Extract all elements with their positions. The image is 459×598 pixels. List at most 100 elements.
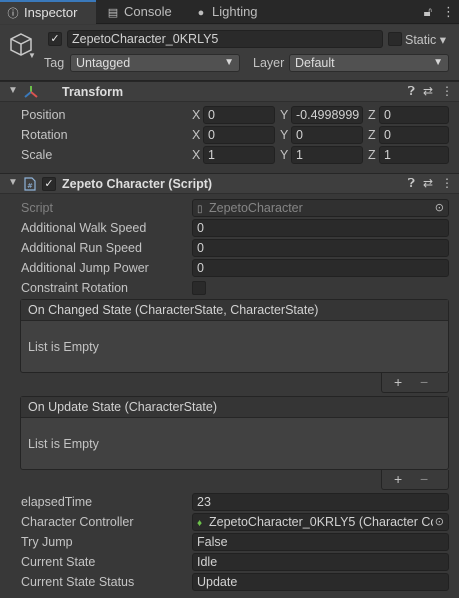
- character-controller-label: Character Controller: [21, 515, 134, 529]
- context-menu-icon[interactable]: ⋮: [441, 176, 453, 190]
- walk-speed-input[interactable]: 0: [192, 219, 449, 237]
- axis-y-label[interactable]: Y: [280, 148, 288, 162]
- jump-power-label: Additional Jump Power: [21, 261, 149, 275]
- layer-value: Default: [295, 56, 335, 70]
- list-empty-text: List is Empty: [28, 437, 99, 451]
- object-picker-icon[interactable]: ⊙: [432, 514, 444, 530]
- tab-label: Lighting: [212, 4, 258, 19]
- event-list-footer: + −: [381, 373, 449, 393]
- try-jump-input[interactable]: False: [192, 533, 449, 551]
- try-jump-label: Try Jump: [21, 535, 73, 549]
- current-state-status-label: Current State Status: [21, 575, 135, 589]
- script-component-header[interactable]: ▼ # ✓ Zepeto Character (Script) ❓︎ ⇄ ⋮: [0, 173, 459, 194]
- scale-y-input[interactable]: 1: [291, 146, 363, 164]
- character-controller-icon: ♦: [197, 518, 203, 529]
- transform-header[interactable]: ▼ Transform ❓︎ ⇄ ⋮: [0, 81, 459, 102]
- list-empty-text: List is Empty: [28, 340, 99, 354]
- jump-power-input[interactable]: 0: [192, 259, 449, 277]
- axis-y-label[interactable]: Y: [280, 128, 288, 142]
- scale-label: Scale: [21, 148, 53, 162]
- help-icon[interactable]: ❓︎: [408, 176, 415, 190]
- tab-inspector[interactable]: ⓘ Inspector: [0, 0, 96, 24]
- tag-dropdown[interactable]: Untagged ▼: [70, 54, 240, 72]
- gameobject-header: ▼ ✓ ZepetoCharacter_0KRLY5 Static ▾ Tag …: [0, 25, 459, 81]
- current-state-label: Current State: [21, 555, 96, 569]
- add-item-button[interactable]: +: [394, 471, 402, 487]
- tab-console[interactable]: ▤ Console: [100, 0, 184, 24]
- foldout-arrow-icon[interactable]: ▼: [8, 85, 18, 96]
- scale-x-input[interactable]: 1: [203, 146, 275, 164]
- layer-dropdown[interactable]: Default ▼: [289, 54, 449, 72]
- script-object-field: ▯ ZepetoCharacter ⊙: [192, 199, 449, 217]
- active-checkbox[interactable]: ✓: [48, 32, 62, 46]
- rotation-label: Rotation: [21, 128, 68, 142]
- character-controller-value: ZepetoCharacter_0KRLY5 (Character Co: [209, 515, 438, 529]
- tag-value: Untagged: [76, 56, 131, 70]
- on-update-state-event: On Update State (CharacterState) List is…: [20, 396, 449, 490]
- axis-x-label[interactable]: X: [192, 148, 200, 162]
- chevron-down-icon: ▼: [224, 57, 234, 68]
- layer-label: Layer: [253, 56, 285, 70]
- position-label: Position: [21, 108, 66, 122]
- on-changed-state-event: On Changed State (CharacterState, Charac…: [20, 299, 449, 393]
- current-state-status-input[interactable]: Update: [192, 573, 449, 591]
- component-tools: ❓︎ ⇄ ⋮: [400, 176, 453, 191]
- presets-icon[interactable]: ⇄: [423, 176, 433, 190]
- script-file-icon: ▯: [197, 204, 203, 215]
- character-controller-field[interactable]: ♦ ZepetoCharacter_0KRLY5 (Character Co ⊙: [192, 513, 449, 531]
- component-tools: ❓︎ ⇄ ⋮: [400, 84, 453, 99]
- more-menu-icon[interactable]: ⋮: [442, 4, 455, 19]
- axis-z-label[interactable]: Z: [368, 148, 376, 162]
- run-speed-label: Additional Run Speed: [21, 241, 142, 255]
- tab-lighting[interactable]: ● Lighting: [188, 0, 272, 24]
- transform-axes-icon: [24, 86, 38, 98]
- foldout-arrow-icon[interactable]: ▼: [8, 177, 18, 188]
- info-icon: ⓘ: [7, 8, 19, 20]
- help-icon[interactable]: ❓︎: [408, 84, 415, 98]
- static-label[interactable]: Static ▾: [405, 32, 446, 47]
- tab-toolbar: 🔓︎ ⋮: [414, 4, 455, 20]
- constraint-rotation-checkbox[interactable]: [192, 281, 206, 295]
- axis-z-label[interactable]: Z: [368, 108, 376, 122]
- rotation-z-input[interactable]: 0: [379, 126, 449, 144]
- scale-z-input[interactable]: 1: [379, 146, 449, 164]
- rotation-x-input[interactable]: 0: [203, 126, 275, 144]
- constraint-rotation-label: Constraint Rotation: [21, 281, 129, 295]
- script-file-icon: #: [24, 177, 36, 191]
- position-z-input[interactable]: 0: [379, 106, 449, 124]
- position-x-input[interactable]: 0: [203, 106, 275, 124]
- context-menu-icon[interactable]: ⋮: [441, 84, 453, 98]
- tab-label: Inspector: [24, 5, 78, 20]
- remove-item-button[interactable]: −: [420, 471, 428, 487]
- run-speed-input[interactable]: 0: [192, 239, 449, 257]
- transform-title: Transform: [62, 85, 124, 99]
- object-name-input[interactable]: ZepetoCharacter_0KRLY5: [67, 30, 383, 48]
- event-title: On Changed State (CharacterState, Charac…: [21, 300, 448, 321]
- axis-z-label[interactable]: Z: [368, 128, 376, 142]
- axis-x-label[interactable]: X: [192, 128, 200, 142]
- axis-y-label[interactable]: Y: [280, 108, 288, 122]
- script-value: ZepetoCharacter: [209, 201, 303, 215]
- event-title: On Update State (CharacterState): [21, 397, 448, 418]
- component-enabled-checkbox[interactable]: ✓: [42, 177, 56, 191]
- walk-speed-label: Additional Walk Speed: [21, 221, 147, 235]
- elapsed-time-input[interactable]: 23: [192, 493, 449, 511]
- current-state-input[interactable]: Idle: [192, 553, 449, 571]
- icon-dropdown-arrow-icon[interactable]: ▼: [28, 51, 36, 60]
- script-label: Script: [21, 201, 53, 215]
- remove-item-button[interactable]: −: [420, 374, 428, 390]
- axis-x-label[interactable]: X: [192, 108, 200, 122]
- rotation-y-input[interactable]: 0: [291, 126, 363, 144]
- tag-label: Tag: [44, 56, 65, 70]
- static-checkbox[interactable]: [388, 32, 402, 46]
- presets-icon[interactable]: ⇄: [423, 84, 433, 98]
- position-y-input[interactable]: -0.4998999: [291, 106, 363, 124]
- add-item-button[interactable]: +: [394, 374, 402, 390]
- lock-icon[interactable]: 🔓︎: [424, 4, 432, 19]
- script-component-title: Zepeto Character (Script): [62, 177, 213, 191]
- lightbulb-icon: ●: [197, 7, 205, 19]
- elapsed-time-label: elapsedTime: [21, 495, 93, 509]
- static-text: Static: [405, 33, 437, 47]
- console-icon: ▤: [107, 7, 119, 19]
- chevron-down-icon: ▼: [433, 57, 443, 68]
